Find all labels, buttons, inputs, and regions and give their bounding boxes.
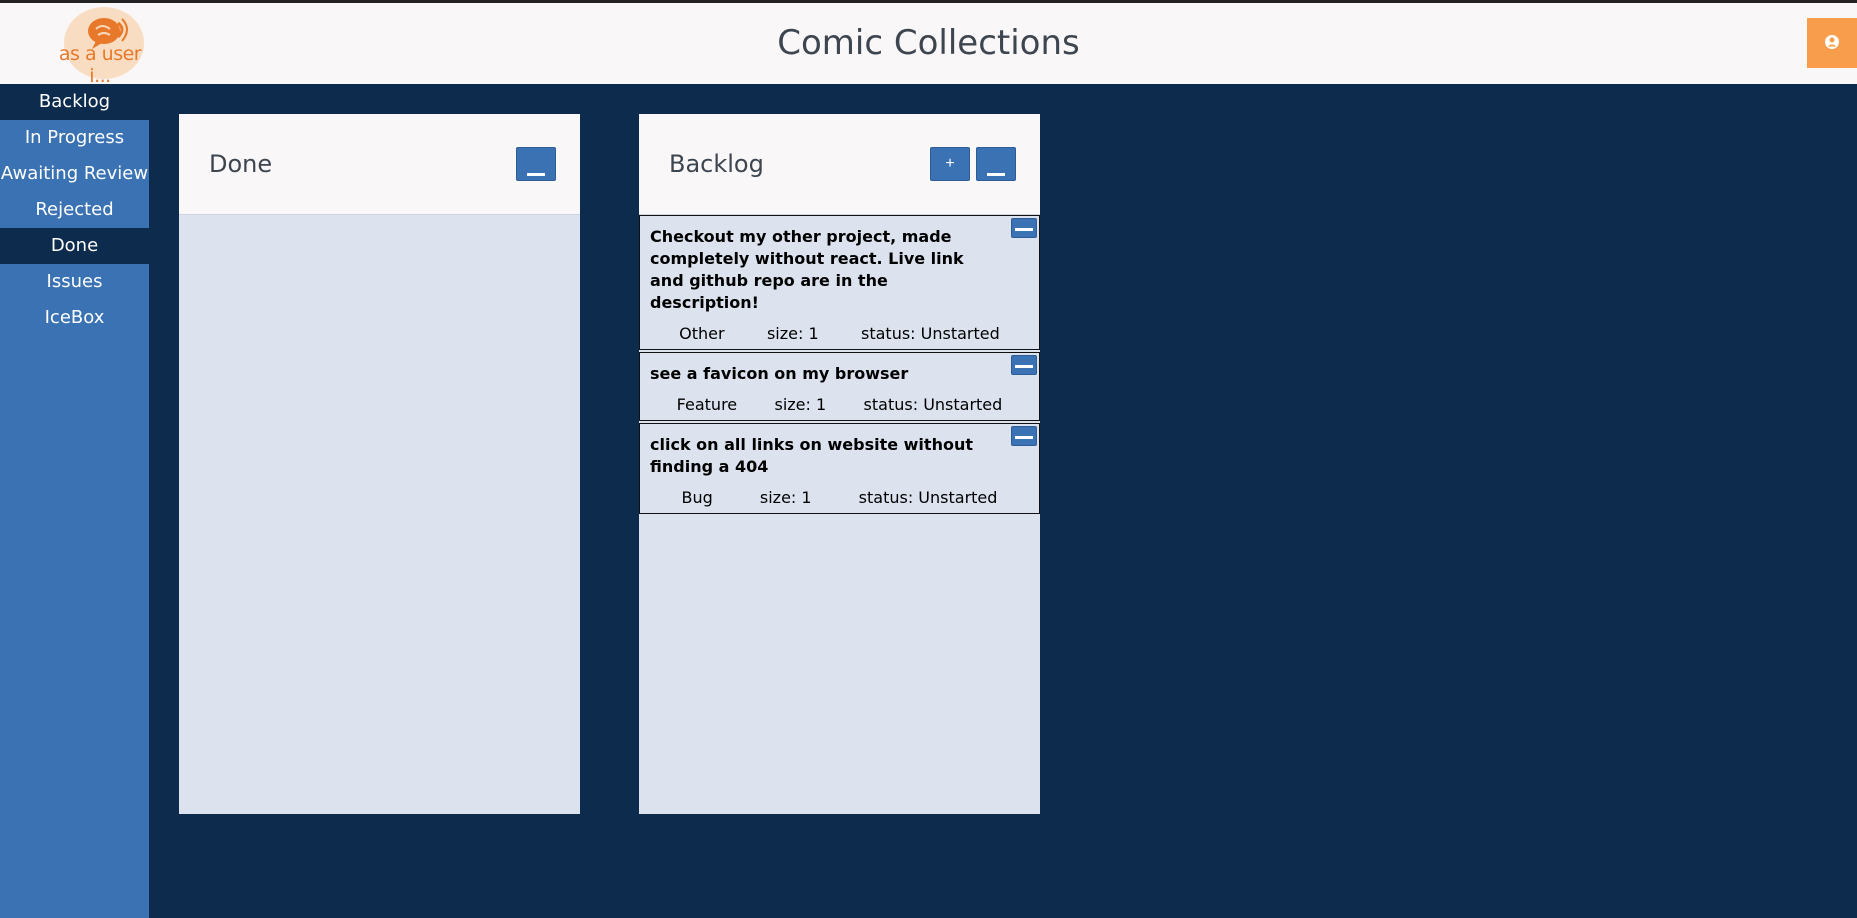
column-backlog: Backlog + Checkout my other project, mad… xyxy=(639,114,1040,814)
card-size: size: 1 xyxy=(766,324,819,343)
minus-icon xyxy=(1015,228,1033,231)
sidebar-item-issues[interactable]: Issues xyxy=(0,264,149,300)
card-status: status: Unstarted xyxy=(858,488,998,507)
add-card-button[interactable]: + xyxy=(930,147,970,181)
card-status: status: Unstarted xyxy=(861,324,1000,343)
story-card[interactable]: click on all links on website without fi… xyxy=(639,423,1040,514)
card-text: Checkout my other project, made complete… xyxy=(650,227,964,312)
page-title: Comic Collections xyxy=(777,23,1080,63)
sidebar-item-icebox[interactable]: IceBox xyxy=(0,300,149,336)
column-title: Done xyxy=(209,150,273,178)
sidebar-item-done[interactable]: Done xyxy=(0,228,149,264)
column-header: Done xyxy=(179,114,580,215)
user-account-button[interactable] xyxy=(1807,18,1857,68)
column-header: Backlog + xyxy=(639,114,1040,215)
sidebar-item-backlog[interactable]: Backlog xyxy=(0,84,149,120)
minus-icon xyxy=(1015,365,1033,368)
sidebar-item-rejected[interactable]: Rejected xyxy=(0,192,149,228)
minimize-column-button[interactable] xyxy=(516,147,556,181)
card-size: size: 1 xyxy=(759,488,812,507)
card-meta: Feature size: 1 status: Unstarted xyxy=(650,395,1029,414)
minus-icon xyxy=(527,173,545,176)
column-done: Done xyxy=(179,114,580,814)
minus-icon xyxy=(1015,436,1033,439)
card-text: see a favicon on my browser xyxy=(650,364,909,383)
sidebar-item-in-progress[interactable]: In Progress xyxy=(0,120,149,156)
sidebar-item-awaiting-review[interactable]: Awaiting Review xyxy=(0,156,149,192)
card-size: size: 1 xyxy=(774,395,827,414)
minimize-card-button[interactable] xyxy=(1011,426,1037,446)
card-type: Feature xyxy=(676,395,738,414)
card-type: Bug xyxy=(681,488,713,507)
card-status: status: Unstarted xyxy=(863,395,1003,414)
minimize-card-button[interactable] xyxy=(1011,218,1037,238)
user-circle-icon xyxy=(1825,34,1839,49)
card-meta: Bug size: 1 status: Unstarted xyxy=(650,488,1029,507)
card-meta: Other size: 1 status: Unstarted xyxy=(650,324,1029,343)
minus-icon xyxy=(987,173,1005,176)
sidebar: Backlog In Progress Awaiting Review Reje… xyxy=(0,84,149,918)
minimize-column-button[interactable] xyxy=(976,147,1016,181)
minimize-card-button[interactable] xyxy=(1011,355,1037,375)
story-card[interactable]: Checkout my other project, made complete… xyxy=(639,215,1040,350)
story-card[interactable]: see a favicon on my browser Feature size… xyxy=(639,352,1040,421)
column-title: Backlog xyxy=(669,150,764,178)
card-text: click on all links on website without fi… xyxy=(650,435,973,476)
card-type: Other xyxy=(679,324,725,343)
top-bar: as a user i... Comic Collections xyxy=(0,0,1857,87)
